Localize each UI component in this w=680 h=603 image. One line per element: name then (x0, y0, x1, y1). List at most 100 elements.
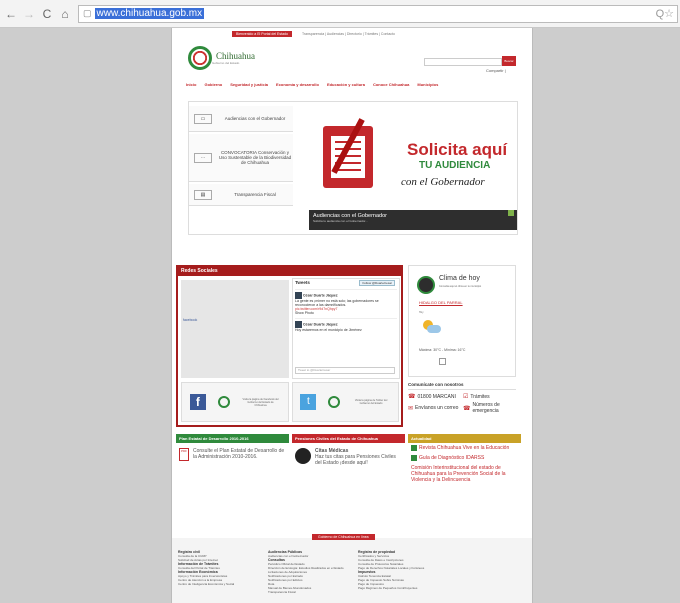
banner-line-1: Solicita aquí (407, 140, 508, 159)
sidebar-item-convocatoria[interactable]: ⋯ CONVOCATORIA Conservación y Uso Susten… (189, 134, 293, 182)
plan-link[interactable]: PDF Consulte el Plan Estatal de Desarrol… (176, 443, 289, 466)
footer-column-3: Registro de propiedad Certificados y Ser… (358, 550, 442, 590)
nav-item[interactable]: Economía y desarrollo (276, 82, 319, 87)
contact-title: Comunícate con nosotros (408, 382, 516, 390)
plan-estatal-box: Plan Estatal de Desarrollo 2010-2016 PDF… (176, 434, 289, 538)
address-bar[interactable]: ▢ www.chihuahua.gob.mx (78, 4, 678, 23)
nav-item[interactable]: Gobierno (204, 82, 222, 87)
nav-item[interactable]: Educación y cultura (327, 82, 365, 87)
tweet-input[interactable]: Tweet to @DuarteCesar (295, 367, 395, 374)
contact-emergency[interactable]: ☎ Números de emergencia (463, 402, 516, 414)
box-title: Plan Estatal de Desarrollo 2010-2016 (176, 434, 289, 443)
actualidad-box: Actualidad Revista Chihuahua Vive en la … (408, 434, 521, 538)
nav-item[interactable]: Municipios (417, 82, 438, 87)
actualidad-item[interactable]: Comisión Interinstitucional del estado d… (408, 463, 521, 485)
contact-phone[interactable]: ☎ 01800 MARCANI (408, 393, 461, 401)
tweet: César Duarte Jáquez La gente es ¡mimer n… (295, 289, 397, 315)
follow-button[interactable]: Follow @DuarteCesar (359, 280, 395, 286)
home-icon[interactable]: ⌂ (58, 7, 72, 21)
checklist-icon: ☑ (463, 394, 469, 400)
municipality-link[interactable]: HIDALGO DEL PARRAL (419, 300, 463, 305)
share-link[interactable]: Compartir | (486, 68, 506, 73)
tweet-user[interactable]: César Duarte Jáquez (303, 293, 338, 297)
item-label: Revista Chihuahua Vive en la Educación (419, 445, 510, 451)
plan-text: Consulte el Plan Estatal de Desarrollo d… (193, 448, 285, 460)
panel-title: Redes Sociales (178, 267, 401, 276)
twitter-icon[interactable]: t (300, 394, 317, 410)
temperature-text: Máxima: 30°C - Mínima: 16°C (419, 348, 466, 352)
site-logo[interactable]: Chihuahua Gobierno del Estado (188, 46, 255, 70)
logo-subtitle: Gobierno del Estado (212, 61, 240, 65)
tweet-user[interactable]: César Duarte Jáquez (303, 322, 338, 326)
reload-icon[interactable]: C (40, 7, 54, 21)
search-input[interactable] (424, 58, 502, 66)
sidebar-item-transparencia[interactable]: ▤ Transparencia Fiscal (189, 184, 293, 206)
social-links: f Visita la página de Facebook del Gobie… (181, 382, 399, 422)
banner-caption[interactable]: Audiencias con el Gobernador Solicita tu… (309, 210, 517, 230)
mail-icon: ✉ (408, 405, 414, 412)
url-text[interactable]: www.chihuahua.gob.mx (94, 8, 205, 19)
footer: Gobierno de Chihuahua en línea Registro … (172, 534, 532, 603)
facebook-caption: Visita la página de Facebook del Gobiern… (242, 397, 279, 407)
contact-tramites[interactable]: ☑ Trámites (463, 393, 516, 401)
facebook-link-box[interactable]: f Visita la página de Facebook del Gobie… (181, 382, 289, 422)
phone-icon: ☎ (408, 394, 416, 400)
footer-tab[interactable]: Gobierno de Chihuahua en línea (312, 534, 375, 540)
contact-label: Envíanos un correo (415, 405, 459, 411)
actualidad-item[interactable]: Guía de Diagnóstico IDARSS (408, 453, 521, 463)
chart-icon: ▤ (194, 189, 212, 200)
sidebar-item-label: Audiencias con el Gobernador (224, 116, 286, 121)
pdf-icon: PDF (179, 448, 189, 461)
avatar[interactable] (295, 321, 302, 328)
show-photo-link[interactable]: Show Photo (295, 311, 397, 315)
facebook-icon[interactable]: f (189, 394, 206, 410)
tweet: César Duarte Jáquez Hoy estaremos en el … (295, 318, 397, 332)
main-nav: Inicio Gobierno Seguridad y justicia Eco… (186, 82, 438, 87)
box-title: Actualidad (408, 434, 521, 443)
nav-item[interactable]: Conoce Chihuahua (373, 82, 409, 87)
footer-column-1: Registro civil Consulta de la CURP Solic… (178, 550, 262, 586)
social-networks-panel: Redes Sociales facebook Tweets Follow @D… (176, 265, 403, 427)
search-button[interactable]: Buscar (502, 56, 516, 66)
item-label: Guía de Diagnóstico IDARSS (419, 455, 485, 461)
bookmark-star-icon[interactable]: Q☆ (656, 7, 674, 20)
nav-item[interactable]: Inicio (186, 82, 196, 87)
phone-icon: ☎ (463, 405, 471, 412)
weather-toggle[interactable] (439, 358, 446, 365)
facebook-widget[interactable]: facebook (181, 280, 289, 378)
avatar[interactable] (295, 292, 302, 299)
weather-date: Hoy (419, 311, 424, 314)
top-links[interactable]: Transparencia | Audiencias | Directorio … (302, 32, 395, 36)
forward-arrow-icon[interactable]: → (22, 7, 36, 21)
citas-link[interactable]: Citas Médicas Haz tus citas para Pension… (292, 443, 405, 471)
weather-widget: Clima de hoy Consulta aquí el clima en t… (408, 265, 516, 377)
facebook-label[interactable]: facebook (183, 318, 197, 322)
browser-toolbar: ← → C ⌂ ▢ www.chihuahua.gob.mx Q☆ (0, 0, 680, 28)
slider-marker-icon[interactable] (508, 210, 514, 216)
contact-label: 01800 MARCANI (417, 393, 456, 400)
twitter-link-box[interactable]: t Visita la página de Twitter del Gobier… (291, 382, 399, 422)
footer-column-2: Audiencias Públicas Audiencias con el Go… (268, 550, 352, 594)
hero-section: ▭ Audiencias con el Gobernador ⋯ CONVOCA… (188, 101, 518, 235)
sidebar-item-audiencias[interactable]: ▭ Audiencias con el Gobernador (189, 106, 293, 132)
envelope-icon (323, 126, 373, 188)
sidebar-item-label: CONVOCATORIA Conservación y Uso Sustenta… (218, 150, 292, 165)
footer-link[interactable]: Transparencia Fiscal (268, 590, 352, 594)
contact-email[interactable]: ✉ Envíanos un correo (408, 402, 461, 414)
bienvenido-tab[interactable]: Bienvenido a El Portal del Estado (232, 31, 292, 37)
footer-link[interactable]: Pago Régimen de Pequeños Contribuyentes (358, 586, 442, 590)
page-icon: ▢ (83, 8, 92, 18)
state-seal-icon (217, 396, 230, 408)
actualidad-item[interactable]: Revista Chihuahua Vive en la Educación (408, 443, 521, 453)
state-seal-icon (188, 46, 212, 70)
tweet-text: La gente es ¡mimer no está solo; las gob… (295, 299, 379, 307)
contact-label: Trámites (470, 393, 490, 400)
nav-item[interactable]: Seguridad y justicia (230, 82, 268, 87)
audiencia-banner[interactable]: Solicita aquí TU AUDIENCIA con el Gobern… (309, 106, 517, 230)
citas-text: Haz tus citas para Pensiones Civiles del… (315, 454, 396, 466)
box-title: Pensiones Civiles del Estado de Chihuahu… (292, 434, 405, 443)
web-page: Bienvenido a El Portal del Estado Transp… (171, 28, 533, 603)
footer-link[interactable]: Centro de Inteligencia Económica y Socia… (178, 582, 262, 586)
tweet-text: Hoy estaremos en el municipio de Jiménez (295, 328, 362, 332)
back-arrow-icon[interactable]: ← (4, 7, 18, 21)
